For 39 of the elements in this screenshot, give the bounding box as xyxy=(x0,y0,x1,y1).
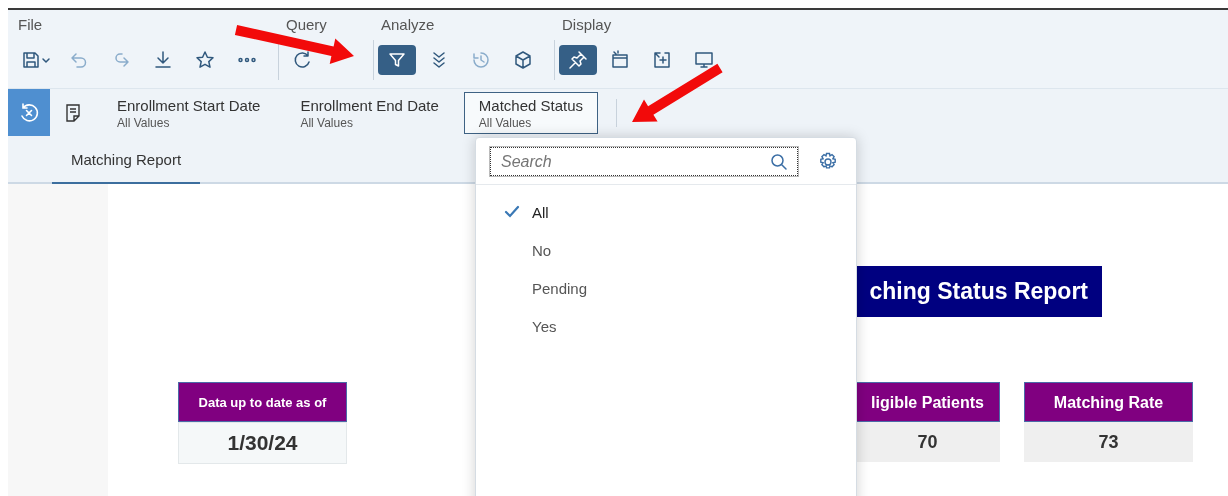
group-label: Analyze xyxy=(380,15,436,35)
group-label: File xyxy=(17,15,44,35)
reset-filters-button[interactable] xyxy=(8,89,50,136)
group-label: Display xyxy=(561,15,613,35)
document-icon[interactable] xyxy=(66,103,80,122)
dropdown-option[interactable]: No xyxy=(476,231,856,269)
add-panel-icon xyxy=(652,50,672,70)
filter-icon xyxy=(387,50,407,70)
search-field[interactable]: Search xyxy=(490,147,798,176)
card-header: Data up to date as of xyxy=(178,382,347,422)
check-icon xyxy=(504,205,520,219)
filter-chip[interactable]: Enrollment End Date All Values xyxy=(285,91,454,134)
dropdown-option[interactable]: Yes xyxy=(476,307,856,345)
refresh-icon xyxy=(292,50,312,70)
save-icon xyxy=(21,50,51,70)
monitor-icon xyxy=(694,50,714,70)
settings-icon[interactable] xyxy=(818,151,838,172)
dropdown-option[interactable]: Pending xyxy=(476,269,856,307)
dropdown-option[interactable]: All xyxy=(476,193,856,231)
card-header: ligible Patients xyxy=(855,382,1000,422)
filter-chip[interactable]: Matched Status All Values xyxy=(463,91,599,134)
download-icon xyxy=(153,50,173,70)
reset-icon xyxy=(18,101,40,124)
history-icon xyxy=(471,50,491,70)
filter-chip[interactable]: Enrollment Start Date All Values xyxy=(102,91,276,134)
card-value: 73 xyxy=(1024,422,1193,462)
report-title: ching Status Report xyxy=(855,266,1102,317)
new-window-icon xyxy=(610,50,630,70)
group-label: Query xyxy=(285,15,328,35)
toolbar-button[interactable] xyxy=(378,45,416,75)
card-value: 70 xyxy=(855,422,1000,462)
cube-icon xyxy=(513,50,533,70)
undo-icon xyxy=(69,50,89,70)
search-icon[interactable] xyxy=(770,153,788,171)
star-icon xyxy=(195,50,215,70)
card-header: Matching Rate xyxy=(1024,382,1193,422)
card-value: 1/30/24 xyxy=(178,422,347,464)
toolbar-button[interactable] xyxy=(559,45,597,75)
pin-icon xyxy=(568,50,588,70)
